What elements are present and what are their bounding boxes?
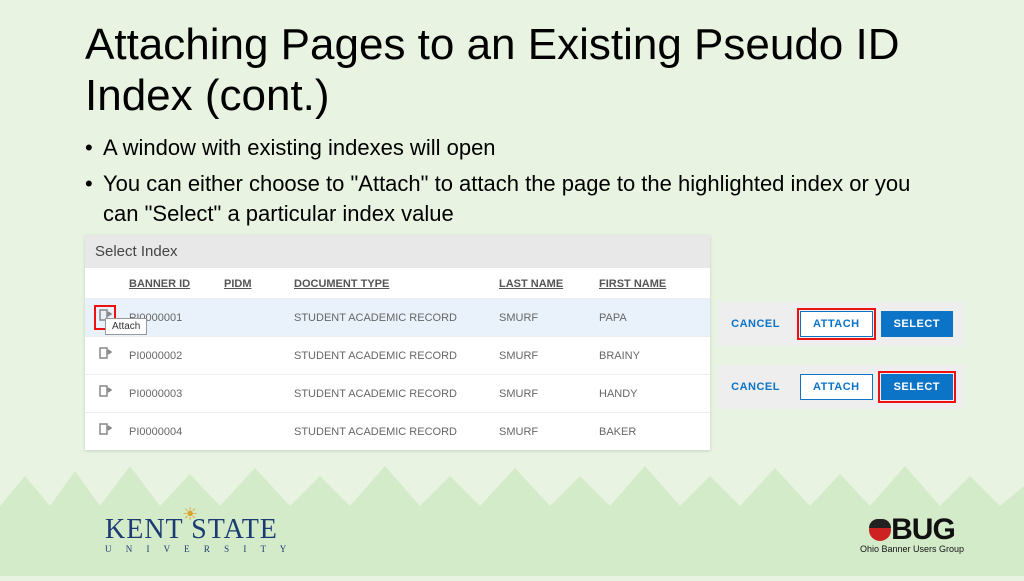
cell-banner-id: PI0000004 [125, 426, 220, 438]
obug-logo: BUG Ohio Banner Users Group [860, 513, 964, 554]
logo-sub-text: Ohio Banner Users Group [860, 544, 964, 554]
table-row[interactable]: PI0000001STUDENT ACADEMIC RECORDSMURFPAP… [85, 298, 710, 336]
panel-heading: Select Index [85, 235, 710, 268]
cancel-button[interactable]: CANCEL [719, 312, 792, 336]
kent-state-logo: ☀ KENT STATE U N I V E R S I T Y [105, 514, 292, 554]
bullet-item: A window with existing indexes will open [85, 133, 944, 163]
cell-banner-id: PI0000003 [125, 388, 220, 400]
col-last-name[interactable]: LAST NAME [495, 278, 595, 290]
cell-first-name: BRAINY [595, 350, 695, 362]
cell-first-name: PAPA [595, 312, 695, 324]
col-banner-id[interactable]: BANNER ID [125, 278, 220, 290]
bullet-item: You can either choose to "Attach" to att… [85, 169, 944, 228]
cell-doc-type: STUDENT ACADEMIC RECORD [290, 350, 495, 362]
index-table: BANNER ID PIDM DOCUMENT TYPE LAST NAME F… [85, 268, 710, 450]
cell-doc-type: STUDENT ACADEMIC RECORD [290, 312, 495, 324]
logo-main-text: KENT STATE [105, 514, 292, 546]
cell-doc-type: STUDENT ACADEMIC RECORD [290, 426, 495, 438]
select-button[interactable]: SELECT [881, 311, 953, 337]
cancel-button[interactable]: CANCEL [719, 375, 792, 399]
logo-sub-text: U N I V E R S I T Y [105, 544, 292, 554]
attach-icon[interactable] [97, 353, 113, 365]
cell-doc-type: STUDENT ACADEMIC RECORD [290, 388, 495, 400]
col-doc-type[interactable]: DOCUMENT TYPE [290, 278, 495, 290]
cell-last-name: SMURF [495, 350, 595, 362]
cell-first-name: HANDY [595, 388, 695, 400]
cell-last-name: SMURF [495, 388, 595, 400]
col-first-name[interactable]: FIRST NAME [595, 278, 695, 290]
select-button[interactable]: SELECT [881, 374, 953, 400]
attach-icon[interactable] [97, 429, 113, 441]
sun-icon: ☀ [182, 504, 198, 525]
ladybug-icon [869, 519, 891, 541]
slide-title: Attaching Pages to an Existing Pseudo ID… [85, 20, 944, 121]
logo-main-text: BUG [891, 513, 955, 546]
table-header: BANNER ID PIDM DOCUMENT TYPE LAST NAME F… [85, 268, 710, 298]
grass-decoration [0, 446, 1024, 576]
table-row[interactable]: PI0000003 STUDENT ACADEMIC RECORDSMURFHAN… [85, 374, 710, 412]
select-index-panel: Select Index BANNER ID PIDM DOCUMENT TYP… [85, 235, 710, 450]
bullet-list: A window with existing indexes will open… [85, 133, 944, 228]
col-pidm[interactable]: PIDM [220, 278, 290, 290]
table-row[interactable]: PI0000002 STUDENT ACADEMIC RECORDSMURFBRA… [85, 336, 710, 374]
table-row[interactable]: PI0000004 STUDENT ACADEMIC RECORDSMURFBAK… [85, 412, 710, 450]
attach-icon[interactable] [97, 391, 113, 403]
cell-last-name: SMURF [495, 426, 595, 438]
cell-banner-id: PI0000002 [125, 350, 220, 362]
cell-last-name: SMURF [495, 312, 595, 324]
attach-tooltip: Attach [105, 318, 147, 335]
button-bar-attach-highlighted: CANCEL ATTACH SELECT [718, 302, 963, 346]
attach-button[interactable]: ATTACH [800, 311, 873, 337]
button-bar-select-highlighted: CANCEL ATTACH SELECT [718, 365, 963, 409]
cell-first-name: BAKER [595, 426, 695, 438]
attach-button[interactable]: ATTACH [800, 374, 873, 400]
